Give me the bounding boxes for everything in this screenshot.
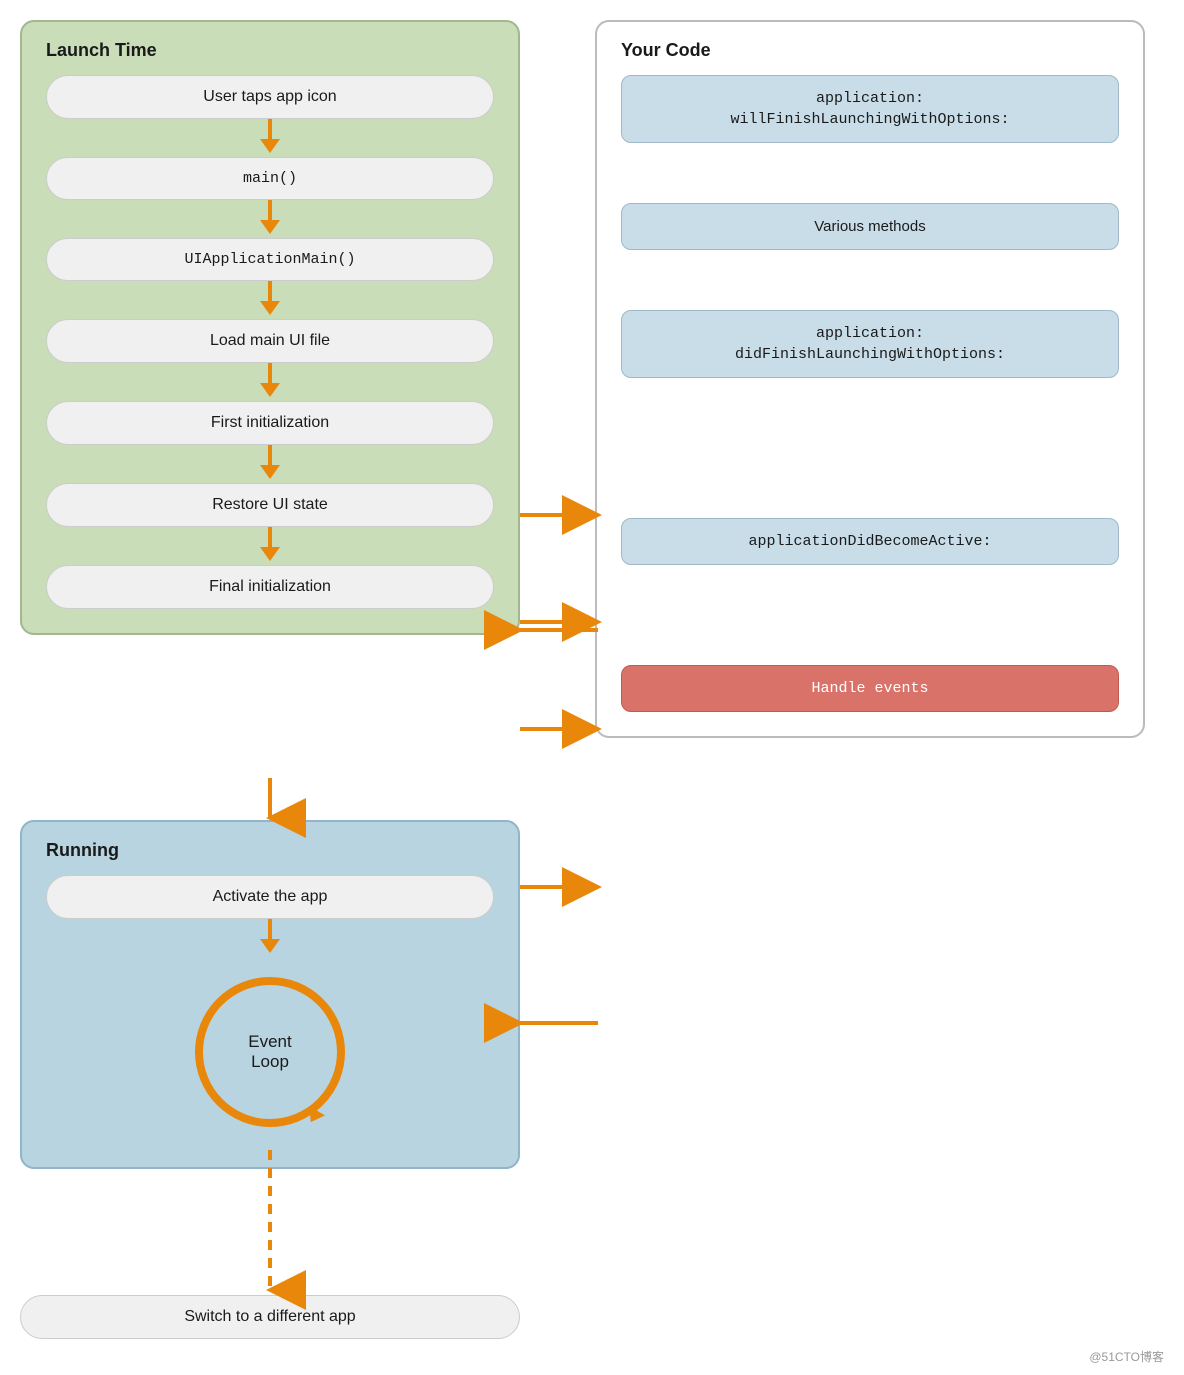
arrow-4 — [46, 363, 494, 401]
various-item: Various methods — [621, 203, 1119, 250]
switch-box: Switch to a different app — [20, 1295, 520, 1339]
event-loop-circle: Event Loop — [195, 977, 345, 1127]
main-box: main() — [46, 157, 494, 200]
activate-box: Activate the app — [46, 875, 494, 919]
user-taps-box: User taps app icon — [46, 75, 494, 119]
arrow-6 — [46, 527, 494, 565]
running-section: Running Activate the app Event Loop — [20, 820, 520, 1169]
arrow-5 — [46, 445, 494, 483]
switch-section: Switch to a different app — [20, 1295, 520, 1339]
event-loop-line2: Loop — [251, 1052, 289, 1072]
diagram-container: Launch Time User taps app icon main() UI… — [0, 0, 1184, 1375]
restore-ui-box: Restore UI state — [46, 483, 494, 527]
arrow-running-1 — [46, 919, 494, 957]
your-code-title: Your Code — [621, 40, 1119, 61]
event-loop-line1: Event — [248, 1032, 291, 1052]
will-finish-item: application: willFinishLaunchingWithOpti… — [621, 75, 1119, 143]
your-code-section: Your Code application: willFinishLaunchi… — [595, 20, 1145, 738]
running-title: Running — [46, 840, 494, 861]
arrow-1 — [46, 119, 494, 157]
did-become-active-item: applicationDidBecomeActive: — [621, 518, 1119, 565]
event-loop-container: Event Loop — [46, 967, 494, 1137]
load-ui-box: Load main UI file — [46, 319, 494, 363]
uiappmain-box: UIApplicationMain() — [46, 238, 494, 281]
launch-time-section: Launch Time User taps app icon main() UI… — [20, 20, 520, 635]
first-init-box: First initialization — [46, 401, 494, 445]
did-finish-item: application: didFinishLaunchingWithOptio… — [621, 310, 1119, 378]
handle-events-item: Handle events — [621, 665, 1119, 712]
watermark: @51CTO博客 — [1089, 1348, 1164, 1365]
arrow-3 — [46, 281, 494, 319]
arrow-2 — [46, 200, 494, 238]
launch-time-title: Launch Time — [46, 40, 494, 61]
final-init-box: Final initialization — [46, 565, 494, 609]
